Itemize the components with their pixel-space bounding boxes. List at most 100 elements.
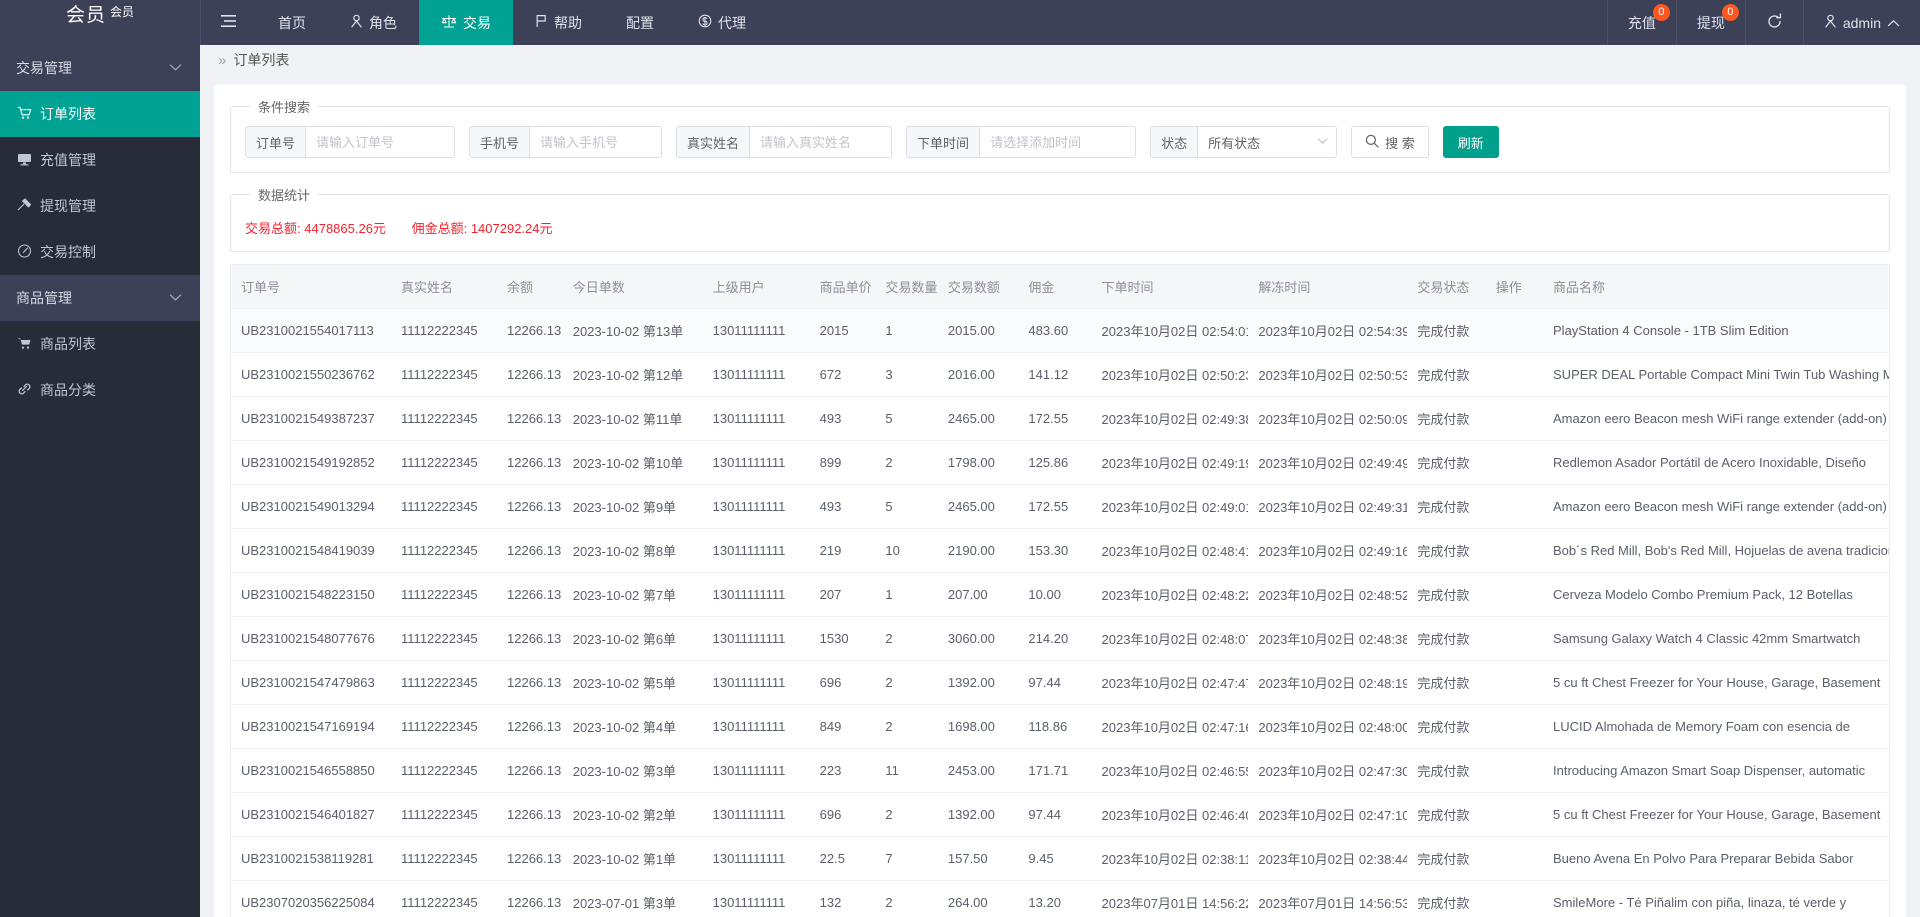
nav-item-transaction[interactable]: 交易 [419,0,513,45]
product-name-cell: Cerveza Modelo Combo Premium Pack, 12 Bo… [1543,572,1889,618]
parent-user-cell: 13011111111 [702,528,810,574]
table-row[interactable]: UB2310021549387237 11112222345 12266.13 202… [231,396,1889,442]
stats-line: 交易总额: 4478865.26元 佣金总额: 1407292.24元 [245,214,1875,237]
withdraw-badge: 0 [1721,4,1739,21]
table-row[interactable]: UB2310021549192852 11112222345 12266.13 202… [231,440,1889,486]
unit-price-cell: 899 [809,440,876,486]
nav-item-config[interactable]: 配置 [604,0,676,45]
commission-cell: 172.55 [1018,484,1092,530]
sidebar-item-product-list[interactable]: 商品列表 [0,321,200,367]
real-name-cell: 11112222345 [391,880,498,917]
quantity-cell: 3 [875,352,938,398]
unfreeze-time-cell: 2023年10月02日 02:48:00 [1248,704,1408,750]
table-row[interactable]: UB2310021548077676 11112222345 12266.13 202… [231,616,1889,662]
commission-cell: 483.60 [1018,308,1092,354]
real-name-cell: 11112222345 [391,792,498,838]
table-row[interactable]: UB2307020356225084 11112222345 12266.13 202… [231,880,1889,917]
nav-item-label: 角色 [369,14,397,31]
flag-icon [535,14,548,31]
sidebar-group-product[interactable]: 商品管理 [0,275,200,321]
amount-cell: 1698.00 [937,704,1019,750]
table-row[interactable]: UB2310021550236762 11112222345 12266.13 202… [231,352,1889,398]
nav-item-role[interactable]: 角色 [328,0,419,45]
sidebar-item-withdraw-manage[interactable]: 提现管理 [0,183,200,229]
nav-item-agent[interactable]: 代理 [676,0,768,45]
order-time-cell: 2023年10月02日 02:48:41 [1091,528,1249,574]
table-row[interactable]: UB2310021547169194 11112222345 12266.13 202… [231,704,1889,750]
order-time-input[interactable] [979,126,1137,159]
balance-cell: 12266.13 [497,308,563,354]
table-header-row: 订单号 真实姓名 余额 今日单数 上级用户 商品单价 交易数量 交易数额 佣金 … [231,265,1889,310]
sidebar-item-order-list[interactable]: 订单列表 [0,91,200,137]
link-icon [16,382,32,399]
sidebar-toggle-button[interactable] [200,0,256,45]
unit-price-cell: 207 [809,572,876,618]
orders-table-container[interactable]: 订单号 真实姓名 余额 今日单数 上级用户 商品单价 交易数量 交易数额 佣金 … [230,264,1890,917]
nav-item-help[interactable]: 帮助 [513,0,604,45]
order-no-cell: UB2310021549013294 [231,484,392,530]
unfreeze-time-cell: 2023年10月02日 02:48:19 [1248,660,1408,706]
total-amount-label: 交易总额: [245,221,301,237]
real-name-cell: 11112222345 [391,748,498,794]
status-select[interactable] [1197,126,1338,159]
real-name-cell: 11112222345 [391,572,498,618]
operation-cell [1485,440,1544,486]
real-name-cell: 11112222345 [391,352,498,398]
refresh-button[interactable] [1744,0,1803,45]
real-name-input[interactable] [749,126,893,159]
table-row[interactable]: UB2310021548419039 11112222345 12266.13 202… [231,528,1889,574]
nav-item-home[interactable]: 首页 [256,0,328,45]
product-name-cell: 5 cu ft Chest Freezer for Your House, Ga… [1543,660,1889,706]
sidebar-item-transaction-control[interactable]: 交易控制 [0,229,200,275]
quantity-cell: 2 [875,660,938,706]
sidebar-group-transaction[interactable]: 交易管理 [0,45,200,91]
today-count-cell: 2023-10-02 第12单 [562,352,703,398]
recharge-button[interactable]: 充值 0 [1606,0,1676,45]
table-row[interactable]: UB2310021549013294 11112222345 12266.13 202… [231,484,1889,530]
product-name-cell: SUPER DEAL Portable Compact Mini Twin Tu… [1543,352,1889,398]
commission-cell: 171.71 [1018,748,1092,794]
user-menu[interactable]: admin [1802,0,1920,45]
nav-item-label: 代理 [718,14,746,31]
order-no-cell: UB2310021550236762 [231,352,392,398]
sidebar-item-label: 充值管理 [40,152,96,168]
nav-item-label: 交易 [463,14,491,31]
col-balance: 余额 [497,265,563,310]
sidebar-item-recharge-manage[interactable]: 充值管理 [0,137,200,183]
quantity-cell: 2 [875,880,938,917]
brand-logo[interactable]: 会员 会员 [0,0,200,45]
phone-input[interactable] [529,126,663,159]
total-commission-stat: 佣金总额: 1407292.24元 [412,218,553,237]
amount-cell: 2015.00 [937,308,1019,354]
refresh-list-button[interactable]: 刷新 [1442,126,1499,159]
withdraw-button[interactable]: 提现 0 [1675,0,1745,45]
order-no-cell: UB2310021538119281 [231,836,392,882]
sidebar-item-label: 提现管理 [40,198,96,214]
search-button[interactable]: 搜 索 [1351,126,1429,159]
order-time-cell: 2023年10月02日 02:54:01 [1091,308,1249,354]
table-row[interactable]: UB2310021546558850 11112222345 12266.13 202… [231,748,1889,794]
order-time-cell: 2023年10月02日 02:46:40 [1091,792,1249,838]
table-row[interactable]: UB2310021554017113 11112222345 12266.13 202… [231,308,1889,354]
order-no-cell: UB2310021547169194 [231,704,392,750]
refresh-icon [1766,12,1783,33]
table-row[interactable]: UB2310021546401827 11112222345 12266.13 202… [231,792,1889,838]
table-row[interactable]: UB2310021547479863 11112222345 12266.13 202… [231,660,1889,706]
order-time-cell: 2023年10月02日 02:48:22 [1091,572,1249,618]
balance-cell: 12266.13 [497,660,563,706]
parent-user-cell: 13011111111 [702,352,810,398]
commission-cell: 214.20 [1018,616,1092,662]
status-cell: 完成付款 [1407,704,1486,750]
unit-price-cell: 696 [809,660,876,706]
order-time-cell: 2023年10月02日 02:48:07 [1091,616,1249,662]
real-name-cell: 11112222345 [391,704,498,750]
unfreeze-time-cell: 2023年10月02日 02:50:53 [1248,352,1408,398]
orders-table-body: UB2310021554017113 11112222345 12266.13 202… [231,308,1889,917]
balance-cell: 12266.13 [497,396,563,442]
table-row[interactable]: UB2310021548223150 11112222345 12266.13 202… [231,572,1889,618]
table-row[interactable]: UB2310021538119281 11112222345 12266.13 202… [231,836,1889,882]
amount-cell: 1392.00 [937,660,1019,706]
order-no-input[interactable] [305,126,456,159]
sidebar-item-product-category[interactable]: 商品分类 [0,367,200,413]
amount-cell: 3060.00 [937,616,1019,662]
